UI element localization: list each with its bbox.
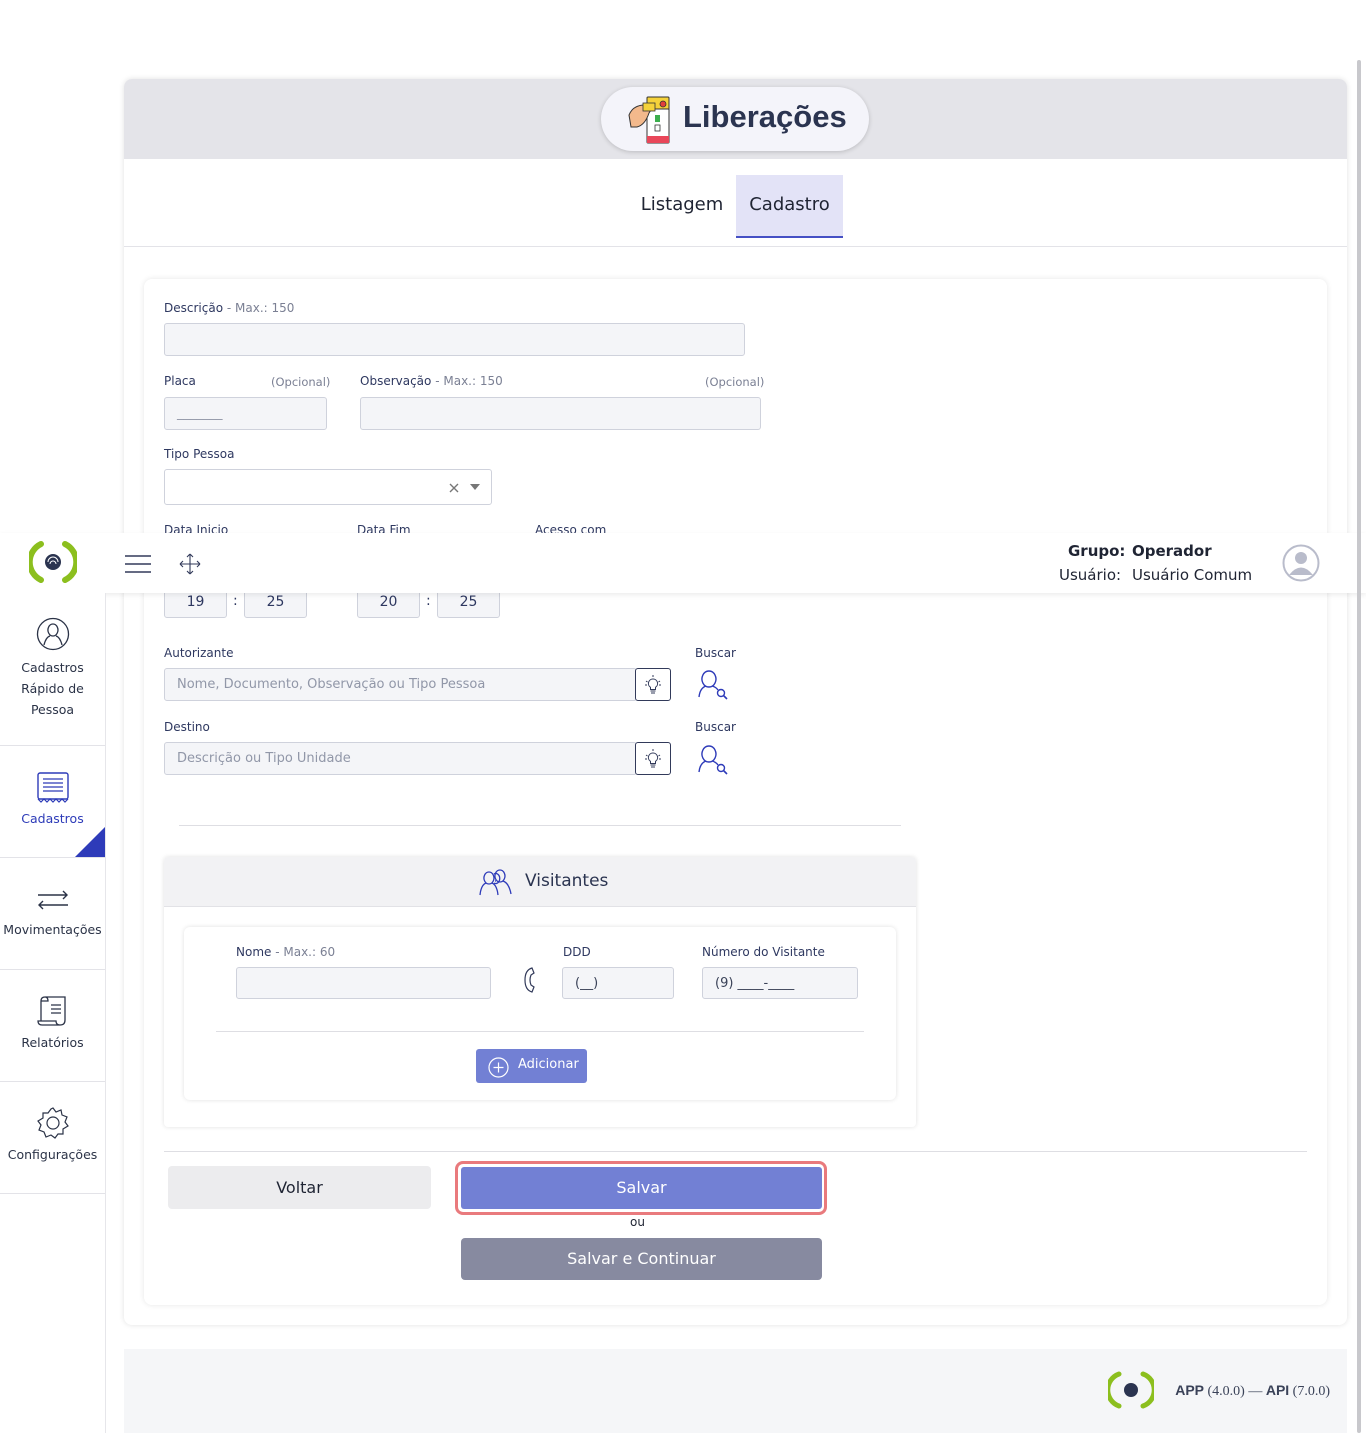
autorizante-input[interactable]: Nome, Documento, Observação ou Tipo Pess… xyxy=(164,668,637,701)
ou-text: ou xyxy=(630,1215,645,1229)
clear-icon[interactable] xyxy=(448,482,460,494)
visitantes-header: Visitantes xyxy=(164,857,916,907)
time-separator: : xyxy=(233,593,238,609)
receipt-icon xyxy=(36,772,69,803)
ddd-label: DDD xyxy=(563,945,591,959)
sidebar-item-label: Configurações xyxy=(7,1147,98,1162)
avatar[interactable] xyxy=(1282,544,1320,582)
user-search-icon[interactable] xyxy=(695,668,729,700)
transfer-arrows-icon xyxy=(37,890,68,910)
plus-circle-icon xyxy=(488,1057,509,1078)
scrollbar[interactable] xyxy=(1357,60,1361,1433)
observacao-label: Observação - Max.: 150 xyxy=(360,374,503,388)
visitantes-panel: Visitantes Nome - Max.: 60 DDD (__) Núme… xyxy=(164,857,916,1127)
chevron-down-icon[interactable] xyxy=(470,484,480,491)
autorizante-label: Autorizante xyxy=(164,646,234,660)
visitantes-title: Visitantes xyxy=(525,871,609,891)
footer-logo xyxy=(1108,1371,1154,1409)
sidebar-item-cadastro-rapido[interactable]: Cadastros Rápido de Pessoa xyxy=(0,593,105,746)
sidebar-item-label: Cadastros xyxy=(21,811,84,826)
group-value: Operador xyxy=(1132,542,1212,560)
user-circle-icon xyxy=(36,617,69,651)
sidebar-item-configuracoes[interactable]: Configurações xyxy=(0,1082,105,1194)
adicionar-button[interactable]: Adicionar xyxy=(476,1049,587,1083)
placa-optional-label: (Opcional) xyxy=(271,375,331,389)
ddd-input[interactable]: (__) xyxy=(562,967,674,999)
phone-icon xyxy=(524,967,535,993)
destino-search-label: Buscar xyxy=(695,720,736,734)
access-card-icon xyxy=(628,96,670,144)
visitante-form: Nome - Max.: 60 DDD (__) Número do Visit… xyxy=(184,927,896,1100)
observacao-optional-label: (Opcional) xyxy=(705,375,765,389)
active-indicator xyxy=(75,827,105,857)
user-value: Usuário Comum xyxy=(1132,566,1253,584)
destino-input[interactable]: Descrição ou Tipo Unidade xyxy=(164,742,637,775)
salvar-button[interactable]: Salvar xyxy=(461,1167,822,1209)
app-logo[interactable] xyxy=(29,540,77,584)
version-info: APP (4.0.0) — API (7.0.0) xyxy=(1175,1382,1330,1399)
page-header: Liberações xyxy=(124,79,1347,159)
tab-listagem[interactable]: Listagem xyxy=(632,175,732,238)
page-title: Liberações xyxy=(683,99,847,134)
divider xyxy=(164,1151,1307,1152)
sidebar: Cadastros Rápido de Pessoa Cadastros Mov… xyxy=(0,593,106,1433)
tipo-pessoa-select[interactable] xyxy=(164,469,492,505)
time-separator: : xyxy=(426,593,431,609)
destino-suggest-button[interactable] xyxy=(635,742,671,775)
numero-input[interactable]: (9) ____-____ xyxy=(702,967,858,999)
placa-label: Placa xyxy=(164,374,196,388)
autorizante-search-label: Buscar xyxy=(695,646,736,660)
top-bar: Grupo: Operador Usuário: Usuário Comum xyxy=(0,533,1366,593)
salvar-continuar-button[interactable]: Salvar e Continuar xyxy=(461,1238,822,1280)
page-card: Liberações Listagem Cadastro Descrição -… xyxy=(124,79,1347,1325)
descricao-label: Descrição - Max.: 150 xyxy=(164,301,295,315)
sidebar-item-movimentacoes[interactable]: Movimentações xyxy=(0,858,105,970)
group-label: Grupo: xyxy=(1068,542,1126,560)
sidebar-item-cadastros[interactable]: Cadastros xyxy=(0,746,105,858)
tab-bar: Listagem Cadastro xyxy=(124,159,1347,247)
divider xyxy=(179,825,901,826)
hamburger-menu-icon[interactable] xyxy=(125,555,151,573)
lightbulb-icon xyxy=(645,749,661,768)
nome-label: Nome - Max.: 60 xyxy=(236,945,336,959)
user-search-icon[interactable] xyxy=(695,743,729,775)
observacao-input[interactable] xyxy=(360,397,761,430)
sidebar-item-relatorios[interactable]: Relatórios xyxy=(0,970,105,1082)
title-pill: Liberações xyxy=(601,87,869,151)
gear-icon xyxy=(36,1107,69,1139)
placa-input[interactable]: _______ xyxy=(164,397,327,430)
fullscreen-move-icon[interactable] xyxy=(179,553,201,575)
numero-label: Número do Visitante xyxy=(702,945,825,959)
report-scroll-icon xyxy=(36,996,66,1026)
user-label: Usuário: xyxy=(1059,566,1122,584)
sidebar-item-label: Movimentações xyxy=(3,922,102,937)
autorizante-suggest-button[interactable] xyxy=(635,668,671,701)
sidebar-item-label: Cadastros Rápido de Pessoa xyxy=(21,660,84,717)
people-group-icon xyxy=(479,869,512,896)
divider xyxy=(216,1031,864,1032)
descricao-input[interactable] xyxy=(164,323,745,356)
sidebar-item-label: Relatórios xyxy=(21,1035,84,1050)
lightbulb-icon xyxy=(645,675,661,694)
tab-cadastro[interactable]: Cadastro xyxy=(736,175,843,238)
tipo-pessoa-label: Tipo Pessoa xyxy=(164,447,235,461)
adicionar-label: Adicionar xyxy=(518,1057,579,1072)
nome-input[interactable] xyxy=(236,967,491,999)
destino-label: Destino xyxy=(164,720,210,734)
form-card: Descrição - Max.: 150 Placa (Opcional) _… xyxy=(144,279,1327,1305)
footer: APP (4.0.0) — API (7.0.0) xyxy=(124,1349,1347,1433)
voltar-button[interactable]: Voltar xyxy=(168,1166,431,1209)
